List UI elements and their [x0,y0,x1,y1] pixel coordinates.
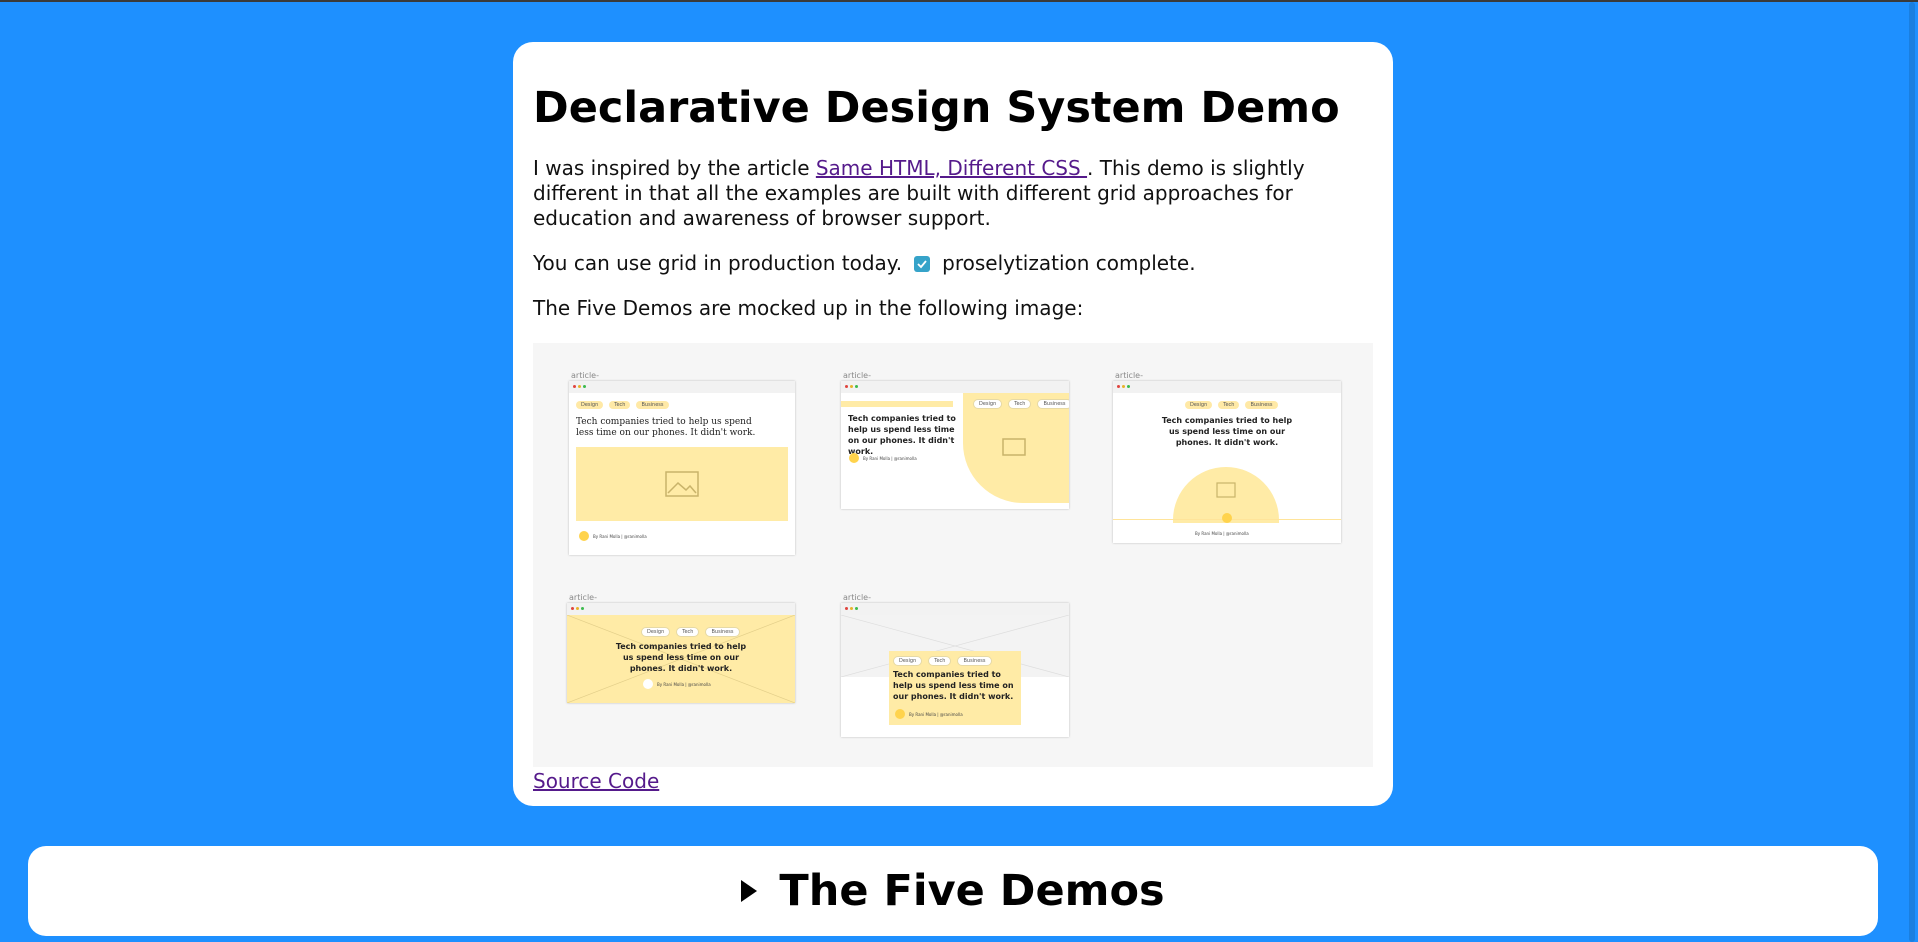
headline: Tech companies tried to help us spend le… [576,417,756,438]
vertical-scrollbar[interactable] [1906,2,1918,942]
byline-text: By Rani Molla | @ranimolla [593,533,647,539]
tag-list: Design Tech Business [1185,401,1278,409]
tag: Tech [1218,401,1240,409]
tag: Design [893,656,923,666]
avatar-icon [895,709,905,719]
browser-bar [841,603,1069,615]
tag-list: Design Tech Business [973,399,1069,409]
disclosure-triangle-icon[interactable] [741,880,758,902]
grid-after-text: proselytization complete. [942,251,1196,275]
byline-text: By Rani Molla | @ranimolla [909,711,963,717]
source-code-link[interactable]: Source Code [533,769,1373,793]
tag: Tech [928,656,952,666]
avatar-icon [579,531,589,541]
tag: Tech [1008,399,1032,409]
headline: Tech companies tried to help us spend le… [848,414,956,456]
tag-list: Design Tech Business [893,656,992,666]
tag: Business [1037,399,1069,409]
headline: Tech companies tried to help us spend le… [1161,416,1293,447]
intro-card: Declarative Design System Demo I was ins… [513,42,1393,806]
avatar-icon [643,679,653,689]
browser-frame: Design Tech Business Tech companies trie… [1113,381,1341,543]
five-demos-intro: The Five Demos are mocked up in the foll… [533,296,1084,320]
browser-frame: Design Tech Business Tech companies trie… [841,603,1069,737]
demos-heading[interactable]: The Five Demos [779,866,1164,916]
image-placeholder-icon [576,447,788,521]
tag: Tech [676,627,700,637]
byline: By Rani Molla | @ranimolla [643,679,711,689]
browser-bar [567,603,795,615]
page-title: Declarative Design System Demo [533,83,1340,133]
demos-mockup-image: article-header-design-1 Design Tech Busi… [533,343,1373,767]
browser-frame: Design Tech Business Tech companies trie… [569,381,795,555]
tag: Design [576,401,604,409]
browser-bar [569,381,795,393]
scrollbar-thumb[interactable] [1909,2,1915,942]
avatar-icon [849,453,859,463]
intro-text-before: I was inspired by the article [533,156,816,180]
grid-paragraph: You can use grid in production today. pr… [533,251,1373,276]
accent-strip [841,401,953,407]
tag: Business [705,627,740,637]
browser-bar [841,381,1069,393]
byline-text: By Rani Molla | @ranimolla [863,455,917,461]
tag-list: Design Tech Business [576,401,669,409]
avatar-icon [1222,513,1232,523]
window-top-border [0,0,1918,2]
checkbox-checked-icon [914,255,931,272]
byline: By Rani Molla | @ranimolla [849,453,917,463]
browser-frame: Design Tech Business Tech companies trie… [567,603,795,703]
intro-paragraph: I was inspired by the article Same HTML,… [533,156,1373,231]
image-placeholder-icon [963,393,1069,503]
five-demos-disclosure[interactable]: The Five Demos [28,846,1878,936]
tag: Design [641,627,671,637]
browser-bar [1113,381,1341,393]
tag: Business [636,401,669,409]
tag: Business [1245,401,1278,409]
grid-text: You can use grid in production today. [533,251,903,275]
tag-list: Design Tech Business [641,627,740,637]
byline: By Rani Molla | @ranimolla [895,709,963,719]
byline: By Rani Molla | @ranimolla [579,531,647,541]
tag: Tech [609,401,631,409]
tag: Design [1185,401,1213,409]
byline-text: By Rani Molla | @ranimolla [657,681,711,687]
headline: Tech companies tried to help us spend le… [893,670,1014,701]
headline: Tech companies tried to help us spend le… [615,642,747,673]
browser-frame: Design Tech Business Tech companies trie… [841,381,1069,509]
tag: Business [957,656,992,666]
tag: Design [973,399,1003,409]
article-link[interactable]: Same HTML, Different CSS [816,156,1087,180]
byline: By Rani Molla | @ranimolla [1195,531,1249,536]
